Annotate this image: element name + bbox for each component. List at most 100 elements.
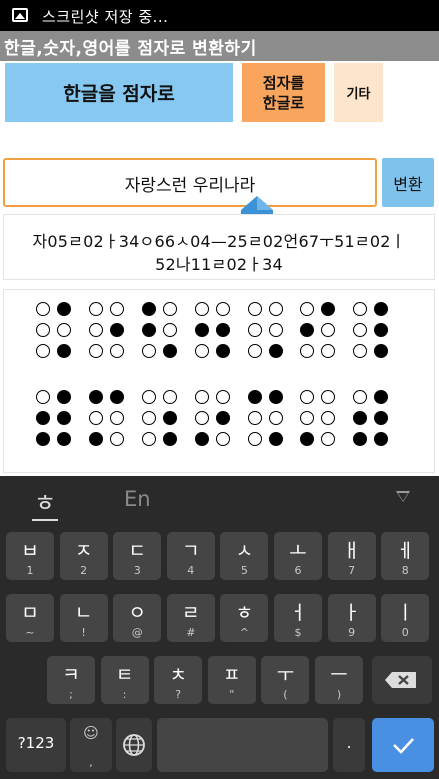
key-label: ㅗ: [289, 540, 307, 562]
braille-dot-raised: [269, 432, 283, 446]
braille-dot-raised: [248, 390, 262, 404]
braille-dot-raised: [300, 323, 314, 337]
braille-dot-raised: [216, 323, 230, 337]
key-label: ㅌ: [115, 664, 134, 686]
other-button[interactable]: 기타: [334, 63, 383, 122]
key[interactable]: ㅗ6: [274, 532, 322, 580]
app-content: 한글을 점자로 점자를 한글로 기타 자랑스런 우리나라 변환 자05ㄹ02ㅏ3…: [0, 61, 439, 476]
key[interactable]: ㅐ7: [327, 532, 376, 580]
enter-key[interactable]: [372, 718, 434, 772]
key-sublabel: 4: [187, 564, 195, 577]
braille-dot-flat: [300, 411, 314, 425]
braille-dot-raised: [163, 344, 177, 358]
braille-dot-flat: [36, 390, 50, 404]
key[interactable]: ㅋ;: [47, 656, 95, 704]
key[interactable]: ㅇ @: [113, 594, 162, 642]
code-output-line2: 52나11ㄹ02ㅏ34: [155, 255, 283, 274]
key[interactable]: ㅂ1: [6, 532, 54, 580]
key-label: ㅎ: [235, 602, 254, 624]
braille-dot-raised: [163, 411, 177, 425]
braille-to-hangul-button[interactable]: 점자를 한글로: [242, 63, 325, 122]
key-sublabel: #: [186, 626, 196, 639]
key[interactable]: ㄱ4: [166, 532, 215, 580]
hangul-to-braille-button[interactable]: 한글을 점자로: [5, 63, 233, 122]
code-output-line1: 자05ㄹ02ㅏ34ㅇ66ㅅ04—25ㄹ02언67ㅜ51ㄹ02ㅣ: [32, 232, 406, 251]
key[interactable]: ㅌ:: [100, 656, 149, 704]
braille-dot-raised: [216, 411, 230, 425]
braille-dot-flat: [57, 323, 71, 337]
key[interactable]: ㅔ8: [381, 532, 430, 580]
braille-dot-flat: [89, 344, 103, 358]
key[interactable]: ㅈ2: [59, 532, 108, 580]
key-label: ㅐ: [342, 540, 361, 562]
key-sublabel: 5: [240, 564, 248, 577]
braille-dot-flat: [216, 432, 230, 446]
braille-dot-flat: [195, 390, 209, 404]
key[interactable]: ㅓ $: [274, 594, 322, 642]
collapse-keyboard-icon[interactable]: [396, 491, 410, 502]
braille-dot-raised: [269, 344, 283, 358]
key[interactable]: ㅡ): [315, 656, 363, 704]
key[interactable]: ㄹ #: [166, 594, 215, 642]
key-sublabel: ,: [89, 756, 93, 769]
symbols-key[interactable]: ?123: [6, 718, 66, 772]
period-key[interactable]: .: [333, 718, 365, 772]
text-input[interactable]: 자랑스런 우리나라: [3, 158, 377, 207]
key-sublabel: 9: [348, 626, 356, 639]
braille-dot-flat: [110, 411, 124, 425]
key[interactable]: ㅏ9: [327, 594, 376, 642]
braille-dot-flat: [110, 432, 124, 446]
key-sublabel: 8: [401, 564, 409, 577]
braille-dot-raised: [142, 323, 156, 337]
braille-dot-flat: [36, 344, 50, 358]
braille-dot-raised: [300, 432, 314, 446]
english-keyboard-button[interactable]: En: [124, 487, 151, 511]
braille-dot-flat: [216, 390, 230, 404]
code-output: 자05ㄹ02ㅏ34ㅇ66ㅅ04—25ㄹ02언67ㅜ51ㄹ02ㅣ 52나11ㄹ02…: [3, 214, 435, 280]
braille-dot-raised: [57, 432, 71, 446]
language-key[interactable]: [116, 718, 152, 772]
braille-dot-raised: [269, 390, 283, 404]
braille-dot-flat: [321, 323, 335, 337]
key[interactable]: ㅊ?: [154, 656, 203, 704]
text-input-value: 자랑스런 우리나라: [124, 176, 256, 196]
backspace-key[interactable]: [372, 656, 432, 704]
key-sublabel: :: [122, 688, 127, 701]
key-sublabel: !: [81, 626, 86, 639]
status-bar: 스크린샷 저장 중...: [0, 0, 439, 31]
key-label: ㅇ: [128, 602, 146, 624]
key-sublabel: ": [229, 688, 235, 701]
braille-dot-raised: [110, 390, 124, 404]
key[interactable]: ㅅ5: [220, 532, 269, 580]
key[interactable]: ㄴ!: [59, 594, 108, 642]
braille-dot-raised: [374, 390, 388, 404]
key-label: ㅁ: [21, 602, 39, 624]
braille-dot-flat: [269, 302, 283, 316]
key[interactable]: ㅁ ~: [6, 594, 54, 642]
braille-dot-raised: [216, 344, 230, 358]
braille-dot-flat: [321, 390, 335, 404]
key-label: ㄹ: [182, 602, 200, 624]
braille-dot-flat: [89, 323, 103, 337]
space-key[interactable]: [157, 718, 328, 772]
braille-dot-raised: [57, 344, 71, 358]
emoji-comma-key[interactable]: ☺,: [70, 718, 112, 772]
backspace-icon: [385, 672, 416, 688]
braille-dot-raised: [142, 302, 156, 316]
convert-button[interactable]: 변환: [382, 158, 434, 207]
braille-dot-raised: [57, 390, 71, 404]
braille-dot-raised: [89, 390, 103, 404]
key[interactable]: ㅜ(: [261, 656, 310, 704]
braille-dot-flat: [163, 323, 177, 337]
braille-dot-raised: [36, 411, 50, 425]
braille-dot-flat: [248, 344, 262, 358]
key[interactable]: ㅣ0: [381, 594, 430, 642]
braille-dot-flat: [300, 302, 314, 316]
key[interactable]: ㄷ3: [113, 532, 162, 580]
key-sublabel: (: [283, 688, 288, 701]
key-label: ㅋ: [62, 664, 80, 686]
braille-dot-flat: [353, 344, 367, 358]
key[interactable]: ㅍ ": [207, 656, 256, 704]
hangul-keyboard-icon[interactable]: ㅎ: [31, 483, 59, 521]
key[interactable]: ㅎ ^: [220, 594, 269, 642]
